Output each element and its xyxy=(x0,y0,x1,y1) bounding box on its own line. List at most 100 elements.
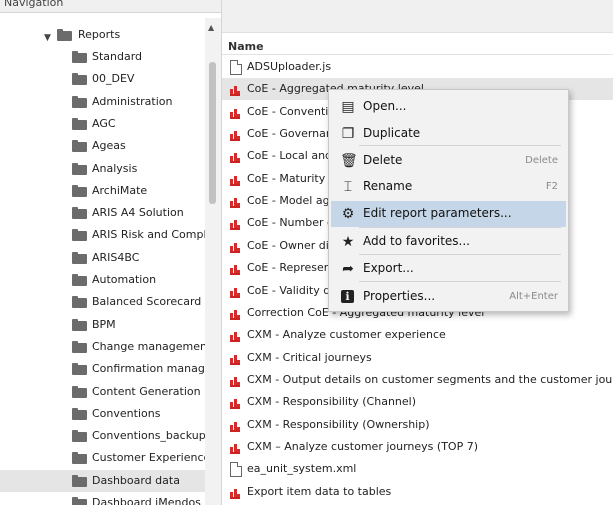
report-icon xyxy=(230,442,240,454)
report-icon xyxy=(230,263,240,276)
report-icon-bar xyxy=(230,111,233,117)
menu-item-label: Open... xyxy=(363,99,407,113)
report-icon-bar xyxy=(230,446,233,452)
open-icon: ▤ xyxy=(341,99,355,115)
report-icon xyxy=(230,353,240,365)
folder-icon xyxy=(72,497,87,505)
menu-item-label: Rename xyxy=(363,179,413,193)
tree-item-label: ARIS Risk and Complian xyxy=(92,228,222,242)
collapse-icon[interactable]: ⌃ xyxy=(194,0,202,7)
list-item[interactable]: CXM - Output details on customer segment… xyxy=(222,369,613,391)
tree-item-conventions-backup[interactable]: Conventions_backup xyxy=(0,425,206,447)
list-item[interactable]: CXM – Analyze customer journeys (TOP 7) xyxy=(222,436,613,458)
tree-item-label: Ageas xyxy=(92,139,126,153)
tree-item-confirmation-manager[interactable]: Confirmation manager xyxy=(0,358,216,380)
tree-item-change-management[interactable]: Change management xyxy=(0,336,211,358)
tree-item-aris4bc[interactable]: ARIS4BC xyxy=(0,247,205,269)
tree-item-label: Dashboard data xyxy=(92,473,180,487)
tree-item-label: AGC xyxy=(92,116,116,130)
list-item[interactable]: CXM - Responsibility (Ownership) xyxy=(222,414,613,436)
tree-item-bpm[interactable]: BPM xyxy=(0,314,205,336)
folder-icon xyxy=(72,73,87,86)
folder-icon xyxy=(72,363,87,376)
menu-item-open[interactable]: ▤ Open... xyxy=(331,94,566,120)
tree-item-label: Dashboard iMendos xyxy=(92,496,201,505)
menu-item-add-to-favorites[interactable]: ★ Add to favorites... xyxy=(331,229,566,255)
tree-item-label: Confirmation manager xyxy=(92,362,217,376)
tree-item-label: Balanced Scorecard xyxy=(92,295,202,309)
tree-item-balanced-scorecard[interactable]: Balanced Scorecard xyxy=(0,291,205,313)
navigation-pane: Navigation ⌃ ▼ Reports Standard 00_DEV Adm… xyxy=(0,0,222,505)
scrollbar-thumb[interactable] xyxy=(209,62,216,204)
document-icon xyxy=(230,60,242,75)
duplicate-icon: ❐ xyxy=(341,126,355,142)
folder-icon xyxy=(72,184,87,197)
tree-item-label: Content Generation xyxy=(92,384,201,398)
list-item[interactable]: CXM - Analyze customer experience xyxy=(222,324,613,346)
report-icon-bar xyxy=(237,404,240,408)
report-icon xyxy=(230,196,240,209)
tree-item-label: Reports xyxy=(78,28,121,41)
report-icon-bar xyxy=(230,178,233,184)
report-icon-bar xyxy=(237,136,240,140)
tree-item-content-generation[interactable]: Content Generation xyxy=(0,381,205,403)
report-icon-bar xyxy=(237,359,240,363)
settings-icon: ⚙ xyxy=(341,206,355,222)
list-item[interactable]: CXM - Responsibility (Channel) xyxy=(222,391,613,413)
file-name: CXM - Responsibility (Ownership) xyxy=(247,417,430,431)
tree-item-label: 00_DEV xyxy=(92,72,135,86)
report-icon-bar xyxy=(237,203,240,207)
menu-item-shortcut: Alt+Enter xyxy=(509,291,558,302)
folder-icon xyxy=(72,452,87,465)
tree-item-aris-risk-and-complian[interactable]: ARIS Risk and Complian xyxy=(0,224,221,246)
tree-item-ageas[interactable]: Ageas xyxy=(0,135,205,157)
tree-item-dashboard-data[interactable]: Dashboard data xyxy=(0,469,205,492)
report-icon-bar xyxy=(230,402,233,408)
menu-separator xyxy=(359,281,561,282)
list-item[interactable]: Export item data to tables xyxy=(222,481,613,503)
tree-item-reports[interactable]: Reports xyxy=(0,24,205,46)
menu-item-duplicate[interactable]: ❐ Duplicate xyxy=(331,121,566,147)
report-icon-bar xyxy=(237,113,240,117)
file-name: CoE - Model age xyxy=(247,194,337,208)
report-icon-bar xyxy=(237,493,240,497)
menu-item-edit-report-parameters[interactable]: ⚙ Edit report parameters... xyxy=(331,201,566,227)
trash-icon: 🗑 xyxy=(340,153,358,169)
menu-item-label: Duplicate xyxy=(363,126,421,140)
menu-item-properties[interactable]: ℹ Properties... Alt+Enter xyxy=(331,284,566,310)
folder-icon xyxy=(72,95,87,108)
folder-icon xyxy=(72,318,87,331)
tree-item-archimate[interactable]: ArchiMate xyxy=(0,180,205,202)
tree-item-administration[interactable]: Administration xyxy=(0,91,205,113)
report-icon-bar xyxy=(230,312,233,318)
report-icon xyxy=(230,107,240,119)
tree-item-automation[interactable]: Automation xyxy=(0,269,205,291)
report-icon-bar xyxy=(237,180,240,184)
tree-item-label: Conventions_backup xyxy=(92,429,206,443)
list-item[interactable]: ADSUploader.js xyxy=(222,56,613,78)
tree-item-conventions[interactable]: Conventions xyxy=(0,403,205,425)
folder-icon xyxy=(72,474,87,487)
tree-item-standard[interactable]: Standard xyxy=(0,46,205,68)
tree-item-label: Conventions xyxy=(92,406,161,420)
tree-item-aris-a4-solution[interactable]: ARIS A4 Solution xyxy=(0,202,205,224)
column-header-name[interactable]: Name xyxy=(228,40,264,53)
scroll-up-icon[interactable]: ▲ xyxy=(208,23,214,32)
tree-item-label: Change management xyxy=(92,339,212,353)
tree-item-label: Customer Experience M xyxy=(92,451,222,465)
list-item[interactable]: ea_unit_system.xml xyxy=(222,458,613,480)
tree-item-00-dev[interactable]: 00_DEV xyxy=(0,68,205,90)
tree-item-analysis[interactable]: Analysis xyxy=(0,158,205,180)
menu-item-delete[interactable]: 🗑 Delete Delete xyxy=(331,148,566,174)
tree-item-agc[interactable]: AGC xyxy=(0,113,205,135)
report-icon-bar xyxy=(237,381,240,385)
list-item[interactable]: CXM - Critical journeys xyxy=(222,347,613,369)
tree-item-label: ARIS4BC xyxy=(92,250,140,264)
tree-item-dashboard-imendos[interactable]: Dashboard iMendos xyxy=(0,492,205,505)
report-icon-bar xyxy=(237,314,240,318)
menu-item-export[interactable]: ➦ Export... xyxy=(331,256,566,282)
report-icon-bar xyxy=(230,379,233,385)
folder-icon xyxy=(72,117,87,130)
tree-item-customer-experience-m[interactable]: Customer Experience M xyxy=(0,447,221,469)
menu-item-rename[interactable]: ⌶ Rename F2 xyxy=(331,174,566,200)
